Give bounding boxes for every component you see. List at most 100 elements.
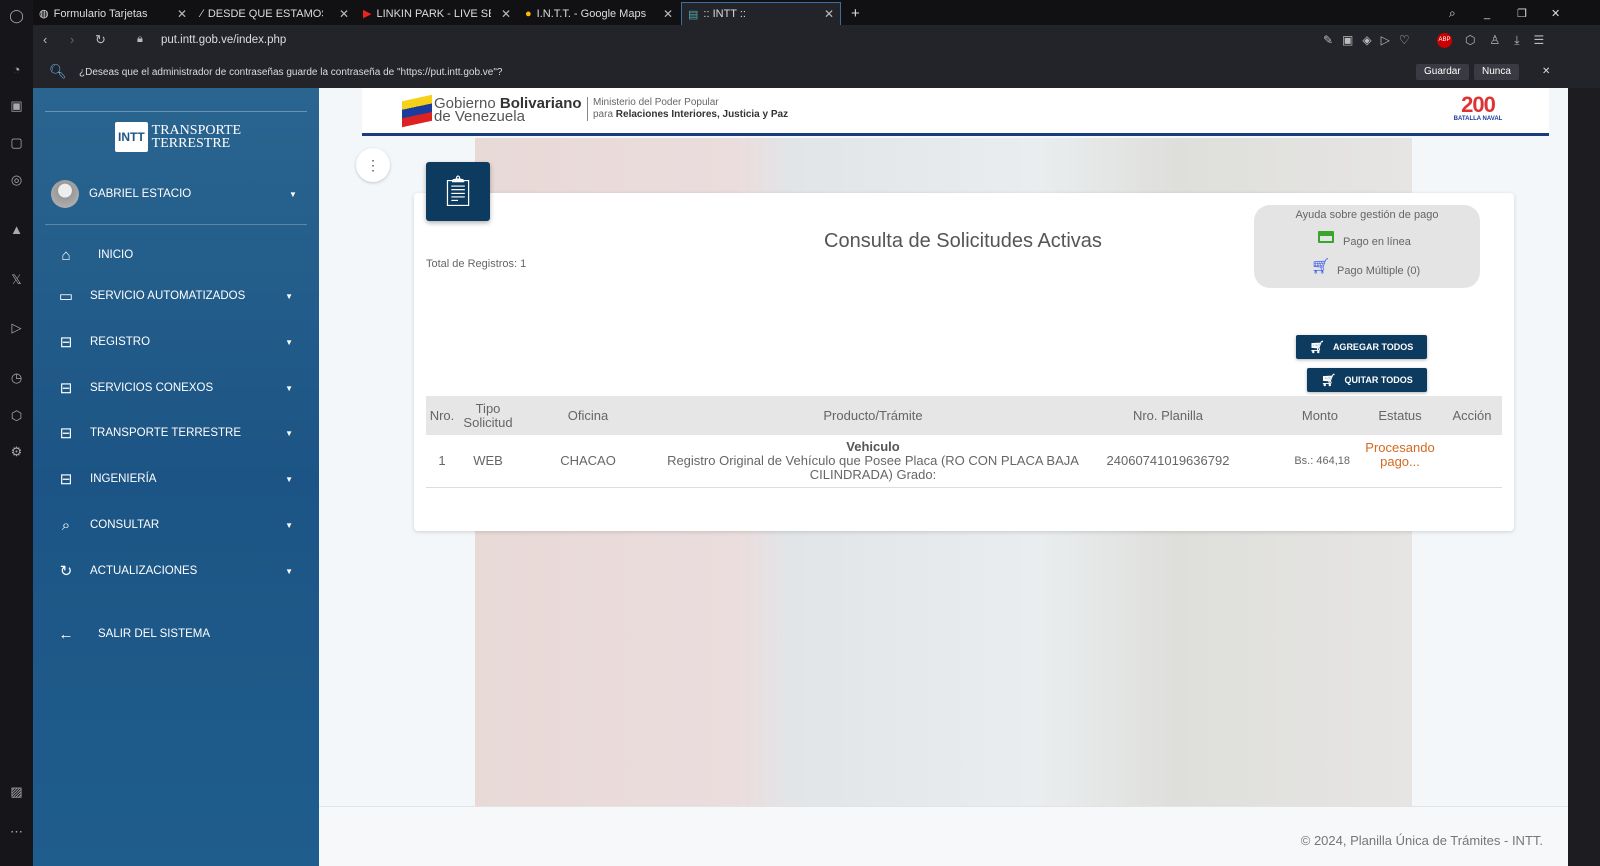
arrow-left-icon: ← — [58, 625, 74, 643]
footer-text: © 2024, Planilla Única de Trámites - INT… — [1300, 833, 1543, 848]
save-password-button[interactable]: Guardar — [1416, 64, 1469, 80]
instagram-icon[interactable]: ◎ — [9, 172, 24, 187]
refresh-icon: ↻ — [59, 563, 73, 580]
sidebar-item-inicio[interactable]: ⌂ INICIO — [33, 240, 319, 270]
col-nro: Nro. — [426, 396, 458, 435]
sidebar-item-consultar[interactable]: ⌕ CONSULTAR ▼ — [33, 510, 319, 540]
table-header: Nro. Tipo Solicitud Oficina Producto/Trá… — [426, 396, 1502, 435]
card-icon: ▭ — [58, 288, 74, 305]
toolbar-icons[interactable]: ✎▣◈▷♡ — [1323, 33, 1419, 47]
gallery-icon[interactable]: ▨ — [9, 784, 24, 799]
cell-monto: Bs.: 464,18 — [1248, 435, 1358, 488]
requests-card: 📋︎ Consulta de Solicitudes Activas Total… — [414, 162, 1514, 531]
new-tab-button[interactable]: + — [845, 2, 866, 25]
tab-active[interactable]: ▤:: INTT :: ✕ — [681, 2, 841, 25]
multiple-payment-link[interactable]: Pago Múltiple (0) — [1337, 265, 1420, 277]
restore-button[interactable]: ❐ — [1511, 2, 1533, 25]
extension-icons[interactable]: ⬡♙⤓☰ — [1465, 33, 1558, 48]
sidebar: INTT TRANSPORTE TERRESTRE GABRIEL ESTACIO… — [33, 88, 319, 866]
tab-favicon-icon: ⁄ — [201, 7, 203, 20]
col-oficina: Oficina — [518, 396, 658, 435]
caret-icon: ▼ — [285, 428, 293, 438]
sidebar-item-transporte-terrestre[interactable]: ⊟ TRANSPORTE TERRESTRE ▼ — [33, 418, 319, 448]
close-icon[interactable]: ✕ — [177, 7, 187, 21]
col-tipo: Tipo Solicitud — [458, 396, 518, 435]
inbox-icon: ⊟ — [59, 334, 73, 351]
requests-table: Nro. Tipo Solicitud Oficina Producto/Trá… — [426, 396, 1502, 488]
browser-sidebar: ◯ ◔ ▣ ▢ ◎ ▲ 𝕏 ▷ ◷ ⬡ ⚙ ▨ ⋯ — [0, 0, 33, 866]
intt-favicon-icon: ▤ — [688, 8, 699, 21]
help-title: Ayuda sobre gestión de pago — [1295, 209, 1439, 221]
close-icon[interactable]: ✕ — [501, 7, 511, 21]
caret-icon: ▼ — [285, 566, 293, 576]
sidebar-item-ingenieria[interactable]: ⊟ INGENIERÍA ▼ — [33, 464, 319, 494]
col-producto: Producto/Trámite — [658, 396, 1088, 435]
total-records: Total de Registros: 1 — [426, 258, 527, 270]
url-field[interactable]: put.intt.gob.ve/index.php — [161, 34, 286, 46]
cell-planilla: 24060741019636792 — [1088, 435, 1248, 488]
aria-icon[interactable]: ▲ — [9, 222, 24, 237]
more-icon[interactable]: ⋯ — [9, 824, 24, 839]
never-button[interactable]: Nunca — [1474, 64, 1519, 80]
youtube-icon: ▶ — [363, 8, 372, 20]
password-save-bar: 🔍︎ ¿Deseas que el administrador de contr… — [33, 57, 1600, 88]
tab-strip: ◍Formulario Tarjetas✕ ⁄DESDE QUE ESTAMOS… — [33, 0, 1600, 25]
close-icon[interactable]: ✕ — [824, 7, 834, 21]
history-icon[interactable]: ◷ — [9, 370, 24, 385]
cart-icon: 🛒︎ — [1311, 258, 1331, 275]
user-name[interactable]: GABRIEL ESTACIO — [89, 188, 191, 200]
back-button[interactable]: ‹ — [43, 32, 47, 47]
main-content: Gobierno Bolivariano de Venezuela Ministe… — [319, 88, 1568, 866]
page-title: Consulta de Solicitudes Activas — [824, 230, 1102, 252]
sidebar-item-registro[interactable]: ⊟ REGISTRO ▼ — [33, 327, 319, 357]
cube-icon[interactable]: ⬡ — [9, 408, 24, 423]
tab[interactable]: ◍ Formulario Tarjetas ✕ — [33, 2, 193, 25]
more-options-button[interactable]: ⋮ — [356, 148, 390, 182]
gov-logo-text: Gobierno Bolivariano de Venezuela — [434, 95, 582, 125]
maps-pin-icon: ● — [525, 7, 532, 20]
player-icon[interactable]: ▷ — [9, 320, 24, 335]
cart-remove-icon: 🛒︎ — [1321, 373, 1337, 387]
tab[interactable]: ● I.N.T.T. - Google Maps ✕ — [519, 2, 679, 25]
x-icon[interactable]: 𝕏 — [9, 272, 24, 287]
caret-icon: ▼ — [285, 520, 293, 530]
settings-icon[interactable]: ⚙ — [9, 444, 24, 459]
globe-icon: ◍ — [39, 8, 49, 20]
tab[interactable]: ⁄DESDE QUE ESTAMOS JUN✕ — [195, 2, 355, 25]
col-estatus: Estatus — [1358, 396, 1442, 435]
opera-logo-icon[interactable]: ◯ — [9, 8, 24, 23]
search-tabs-icon[interactable]: ⌕ — [1443, 2, 1462, 25]
minimize-button[interactable]: _ — [1478, 2, 1496, 25]
adblock-icon[interactable]: ABP — [1437, 33, 1452, 48]
sidebar-item-salir[interactable]: ← SALIR DEL SISTEMA — [33, 619, 319, 649]
bag-icon[interactable]: ▣ — [9, 98, 24, 113]
password-prompt-text: ¿Deseas que el administrador de contrase… — [79, 67, 503, 78]
close-window-button[interactable]: ✕ — [1545, 2, 1566, 25]
remove-all-button[interactable]: 🛒︎ QUITAR TODOS — [1307, 368, 1427, 392]
caret-icon: ▼ — [285, 474, 293, 484]
sidebar-item-servicios-conexos[interactable]: ⊟ SERVICIOS CONEXOS ▼ — [33, 373, 319, 403]
cell-nro: 1 — [426, 435, 458, 488]
forward-button[interactable]: › — [70, 32, 74, 47]
close-icon[interactable]: ✕ — [339, 7, 349, 21]
reload-button[interactable]: ↻ — [95, 32, 106, 48]
cell-oficina: CHACAO — [518, 435, 658, 488]
user-caret-icon[interactable]: ▼ — [289, 190, 297, 199]
speed-dial-icon[interactable]: ◔ — [9, 62, 24, 77]
col-accion: Acción — [1442, 396, 1502, 435]
pay-online-link[interactable]: Pago en línea — [1343, 236, 1411, 248]
sidebar-item-servicio-automatizados[interactable]: ▭ SERVICIO AUTOMATIZADOS ▼ — [33, 281, 319, 311]
tab[interactable]: ▶LINKIN PARK - LIVE SET 20✕ — [357, 2, 517, 25]
close-prompt-icon[interactable]: ✕ — [1542, 66, 1550, 77]
caret-icon: ▼ — [285, 383, 293, 393]
col-planilla: Nro. Planilla — [1088, 396, 1248, 435]
close-icon[interactable]: ✕ — [663, 7, 673, 21]
add-all-button[interactable]: 🛒︎ AGREGAR TODOS — [1296, 335, 1427, 359]
sidebar-item-actualizaciones[interactable]: ↻ ACTUALIZACIONES ▼ — [33, 556, 319, 586]
twitch-icon[interactable]: ▢ — [9, 135, 24, 150]
home-icon: ⌂ — [61, 246, 71, 264]
search-icon: ⌕ — [61, 516, 71, 534]
caret-icon: ▼ — [285, 337, 293, 347]
cart-add-icon: 🛒︎ — [1309, 340, 1325, 354]
avatar — [51, 180, 79, 208]
